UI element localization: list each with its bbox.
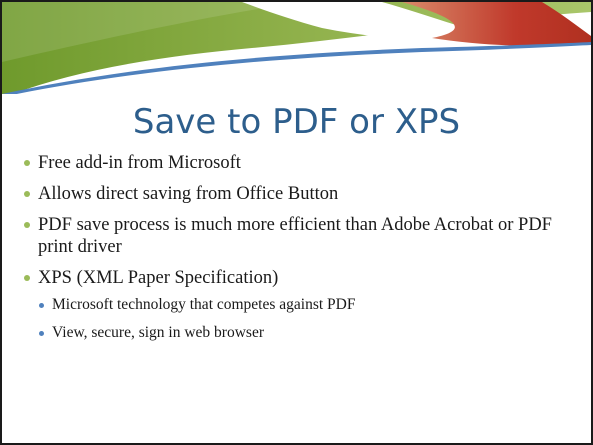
sub-bullet-list: Microsoft technology that competes again…: [38, 295, 574, 343]
bullet-list: Free add-in from Microsoft Allows direct…: [24, 152, 574, 352]
slide: Save to PDF or XPS Free add-in from Micr…: [0, 0, 593, 445]
bullet-text: Allows direct saving from Office Button: [38, 184, 339, 204]
header-swoosh-decoration: [2, 2, 591, 94]
sub-bullet-text: View, secure, sign in web browser: [52, 324, 264, 341]
bullet-dot-icon: [24, 160, 30, 166]
sub-bullet-item: View, secure, sign in web browser: [38, 323, 574, 343]
sub-bullet-text: Microsoft technology that competes again…: [52, 296, 356, 313]
bullet-item: PDF save process is much more efficient …: [24, 214, 574, 258]
sub-bullet-dot-icon: [39, 331, 44, 336]
bullet-text: Free add-in from Microsoft: [38, 153, 241, 173]
bullet-dot-icon: [24, 222, 30, 228]
slide-title: Save to PDF or XPS: [132, 102, 461, 142]
bullet-dot-icon: [24, 191, 30, 197]
bullet-text: PDF save process is much more efficient …: [38, 215, 552, 257]
bullet-dot-icon: [24, 275, 30, 281]
sub-bullet-dot-icon: [39, 303, 44, 308]
bullet-text: XPS (XML Paper Specification): [38, 268, 279, 288]
bullet-item: Allows direct saving from Office Button: [24, 183, 574, 205]
sub-bullet-item: Microsoft technology that competes again…: [38, 295, 574, 315]
bullet-item: XPS (XML Paper Specification) Microsoft …: [24, 267, 574, 343]
bullet-item: Free add-in from Microsoft: [24, 152, 574, 174]
